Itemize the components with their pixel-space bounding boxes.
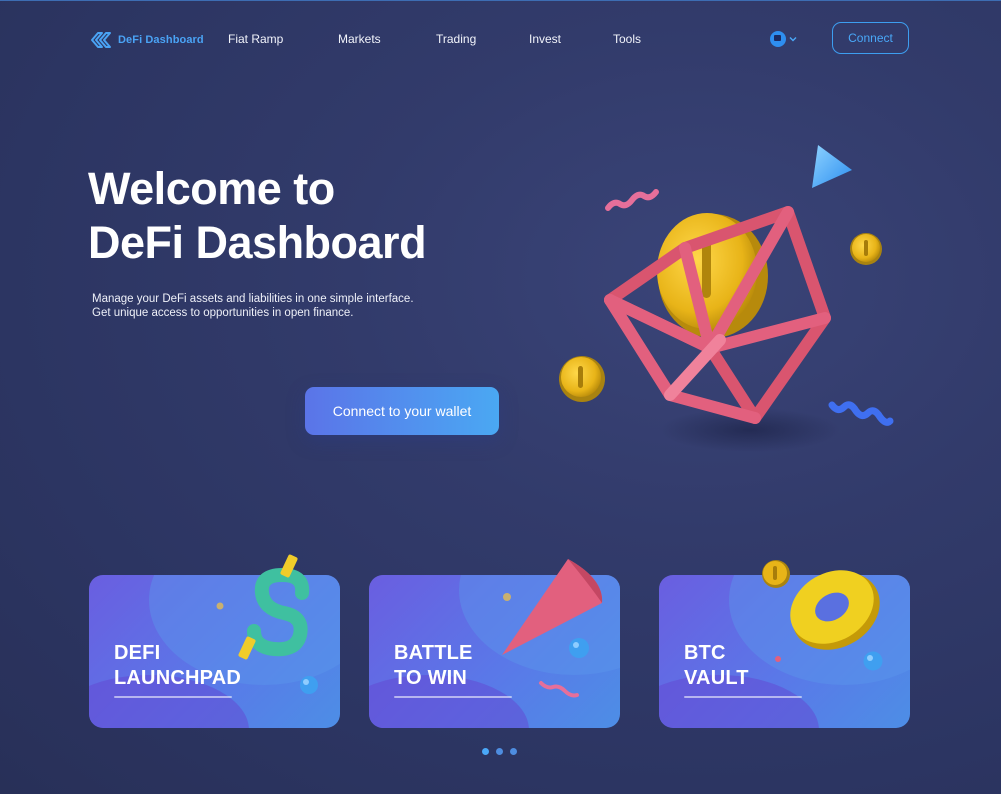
hero-description: Manage your DeFi assets and liabilities … [92, 292, 414, 320]
nav-markets[interactable]: Markets [338, 32, 381, 46]
card-title-line1: BTC [684, 642, 726, 664]
hero-illustration [559, 145, 894, 452]
torus-icon [790, 570, 880, 650]
card-title-line1: BATTLE [394, 642, 473, 664]
nav-trading[interactable]: Trading [436, 32, 476, 46]
blue-squiggle [828, 401, 894, 426]
nav-fiat-ramp[interactable]: Fiat Ramp [228, 32, 283, 46]
dollar-sign-icon [238, 554, 310, 660]
nav-invest[interactable]: Invest [529, 32, 561, 46]
logo-icon [91, 32, 111, 48]
hero-desc-line2: Get unique access to opportunities in op… [92, 307, 354, 319]
card-title: DEFI LAUNCHPAD [114, 641, 241, 691]
hero-title: Welcome to DeFi Dashboard [88, 162, 427, 270]
coin-left [559, 356, 605, 402]
sphere-icon [300, 676, 318, 694]
pink-squiggle-icon [539, 681, 579, 698]
card-title: BTC VAULT [684, 641, 749, 691]
card-title-line2: LAUNCHPAD [114, 667, 241, 689]
card-underline [684, 696, 802, 698]
chevron-down-icon [789, 37, 797, 42]
carousel-dot-3[interactable] [510, 748, 517, 755]
card-underline [114, 696, 232, 698]
flag-icon [770, 31, 786, 47]
nav-tools[interactable]: Tools [613, 32, 641, 46]
connect-button[interactable]: Connect [832, 22, 909, 54]
carousel-dot-2[interactable] [496, 748, 503, 755]
coin-small-right [850, 233, 882, 265]
logo-text: DeFi Dashboard [118, 34, 204, 46]
card-title-line2: TO WIN [394, 667, 468, 689]
card-title: BATTLE TO WIN [394, 641, 473, 691]
landing-page: DeFi Dashboard Fiat Ramp Markets Trading… [0, 0, 1001, 794]
cone-icon [502, 559, 603, 655]
hero-title-line2: DeFi Dashboard [88, 217, 427, 268]
carousel-dot-1[interactable] [482, 748, 489, 755]
language-selector[interactable] [770, 31, 797, 47]
connect-wallet-button[interactable]: Connect to your wallet [305, 387, 499, 435]
card-title-line1: DEFI [114, 642, 161, 664]
carousel-dots [482, 748, 517, 755]
logo[interactable]: DeFi Dashboard [89, 29, 204, 51]
top-border [0, 0, 1001, 1]
hero-title-line1: Welcome to [88, 163, 335, 214]
card-underline [394, 696, 512, 698]
card-title-line2: VAULT [684, 667, 749, 689]
blue-triangle [812, 145, 852, 188]
pink-squiggle [605, 189, 659, 211]
hero-desc-line1: Manage your DeFi assets and liabilities … [92, 293, 414, 305]
